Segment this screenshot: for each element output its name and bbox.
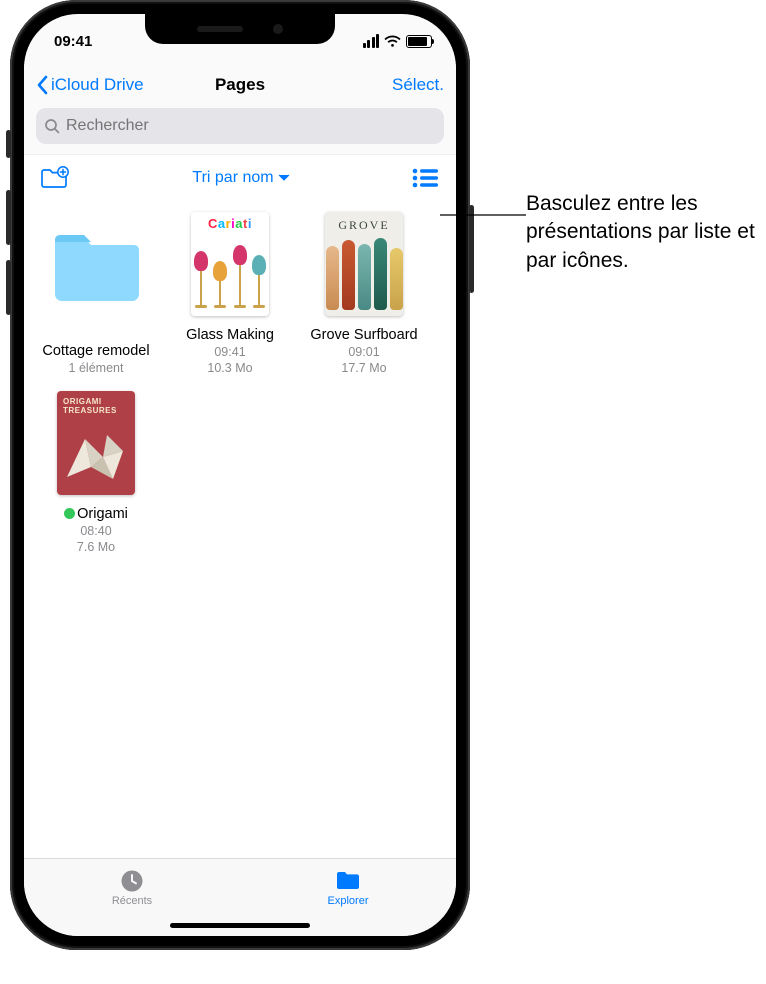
item-time: 09:41	[174, 344, 286, 360]
item-meta: 1 élément	[40, 360, 152, 376]
grid-item-document[interactable]: Cariati Glass Making 09:41	[174, 212, 286, 377]
document-thumbnail: Cariati	[191, 212, 269, 316]
select-button[interactable]: Sélect.	[392, 75, 444, 95]
battery-icon	[406, 35, 432, 48]
search-input[interactable]	[66, 117, 436, 135]
file-grid: Cottage remodel 1 élément Cariati	[24, 200, 456, 858]
chevron-left-icon	[36, 75, 48, 95]
tag-dot-icon	[64, 508, 75, 519]
item-size: 10.3 Mo	[174, 360, 286, 376]
mute-switch	[6, 130, 11, 158]
item-size: 17.7 Mo	[308, 360, 420, 376]
grid-item-document[interactable]: GROVE Grove Surfboard	[308, 212, 420, 377]
search-icon	[44, 118, 60, 134]
grid-item-folder[interactable]: Cottage remodel 1 élément	[40, 212, 152, 377]
back-button[interactable]: iCloud Drive	[36, 75, 144, 95]
document-thumbnail: ORIGAMITREASURES	[57, 391, 135, 495]
item-size: 7.6 Mo	[40, 539, 152, 555]
item-name: Cottage remodel	[40, 342, 152, 360]
grid-item-document[interactable]: ORIGAMITREASURES	[40, 391, 152, 556]
cellular-icon	[363, 34, 380, 48]
document-thumbnail: GROVE	[325, 212, 403, 316]
item-name: Origami	[40, 505, 152, 523]
phone-frame: 09:41 iCloud Drive Pages Sélect.	[10, 0, 470, 950]
sort-label: Tri par nom	[192, 169, 273, 187]
status-time: 09:41	[54, 33, 92, 50]
list-view-icon	[412, 168, 440, 188]
side-button	[469, 205, 474, 293]
page-title: Pages	[215, 75, 265, 95]
clock-icon	[118, 867, 146, 893]
folder-icon	[334, 867, 362, 893]
toolbar: Tri par nom	[24, 154, 456, 200]
item-name: Glass Making	[174, 326, 286, 344]
volume-up-button	[6, 190, 11, 245]
wifi-icon	[384, 35, 401, 48]
callout-leader	[440, 214, 526, 216]
sort-button[interactable]: Tri par nom	[192, 169, 289, 187]
tab-label: Récents	[112, 895, 152, 907]
item-name: Grove Surfboard	[308, 326, 420, 344]
back-label: iCloud Drive	[51, 75, 144, 95]
nav-bar: iCloud Drive Pages Sélect.	[24, 64, 456, 106]
item-time: 08:40	[40, 523, 152, 539]
item-time: 09:01	[308, 344, 420, 360]
chevron-down-icon	[278, 174, 290, 182]
home-indicator[interactable]	[170, 923, 310, 928]
folder-icon	[51, 228, 143, 304]
new-folder-button[interactable]	[40, 166, 70, 190]
screen: 09:41 iCloud Drive Pages Sélect.	[24, 14, 456, 936]
view-toggle-button[interactable]	[412, 168, 440, 188]
callout-text: Basculez entre les présentations par lis…	[526, 190, 760, 275]
volume-down-button	[6, 260, 11, 315]
tab-label: Explorer	[328, 895, 369, 907]
search-container	[24, 106, 456, 154]
notch	[145, 14, 335, 44]
search-field[interactable]	[36, 108, 444, 144]
new-folder-icon	[40, 166, 70, 190]
